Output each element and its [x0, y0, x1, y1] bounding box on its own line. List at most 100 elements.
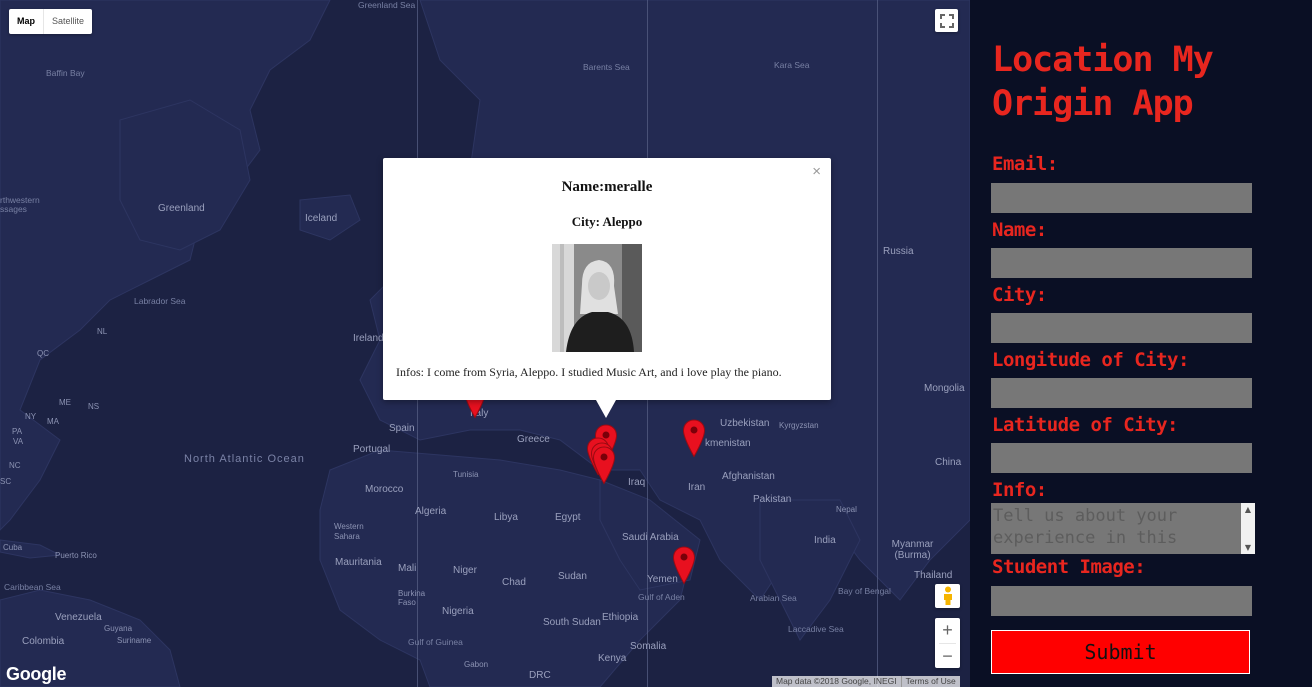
map-label: kmenistan: [705, 438, 751, 449]
map-label: Sudan: [558, 571, 587, 582]
pegman-icon: [943, 586, 952, 605]
map-label: NC: [9, 461, 21, 470]
longitude-label: Longitude of City:: [992, 349, 1189, 371]
name-field[interactable]: [991, 248, 1252, 278]
zoom-control: + −: [935, 618, 960, 668]
map-label: Caribbean Sea: [4, 582, 61, 592]
map-label: Kyrgyzstan: [779, 421, 819, 430]
map-label: Spain: [389, 423, 415, 434]
map-type-control: Map Satellite: [9, 9, 93, 34]
map-label: Russia: [883, 246, 914, 257]
map-label: Thailand: [914, 570, 953, 581]
map-label: Greenland Sea: [358, 0, 416, 10]
map-label: Libya: [494, 512, 518, 523]
map-data-attribution: Map data ©2018 Google, INEGI: [776, 676, 897, 686]
student-image-field[interactable]: [991, 586, 1252, 616]
map-type-map-button[interactable]: Map: [9, 9, 43, 34]
student-image-label: Student Image:: [992, 556, 1146, 578]
student-form-panel: Location My Origin App Email: Name: City…: [970, 0, 1312, 687]
zoom-out-button[interactable]: −: [935, 644, 960, 669]
map-label: Somalia: [630, 641, 667, 652]
info-window-close-button[interactable]: ×: [812, 163, 821, 180]
scroll-up-icon[interactable]: ▲: [1241, 503, 1255, 516]
map-label: Iraq: [628, 477, 646, 488]
info-textarea-scrollbar[interactable]: ▲ ▼: [1241, 503, 1255, 554]
map-label: Venezuela: [55, 612, 102, 623]
map-label: Morocco: [365, 484, 404, 495]
map-label: Labrador Sea: [134, 296, 186, 306]
map-label: SC: [0, 477, 12, 486]
map-label: MA: [47, 417, 59, 426]
map-label: India: [814, 535, 836, 546]
street-view-pegman-button[interactable]: [935, 584, 960, 608]
map-label: NY: [25, 412, 37, 421]
map-label: Western Sahara: [334, 522, 364, 541]
info-window-pointer: [596, 400, 616, 418]
map-label: Iceland: [305, 213, 338, 224]
app-title: Location My Origin App: [992, 40, 1214, 124]
map-label: Greece: [517, 434, 550, 445]
grid-line: [877, 0, 878, 687]
zoom-in-button[interactable]: +: [935, 618, 960, 643]
terms-of-use-link[interactable]: Terms of Use: [900, 676, 960, 687]
map-label: Nepal: [836, 505, 857, 514]
map-label: Nigeria: [442, 606, 474, 617]
map-label: Mali: [398, 563, 417, 574]
map-label: Laccadive Sea: [788, 624, 844, 634]
longitude-field[interactable]: [991, 378, 1252, 408]
map-label: QC: [37, 349, 49, 358]
city-label: City:: [992, 284, 1047, 306]
student-photo: [552, 244, 642, 352]
map-label: Barents Sea: [583, 62, 630, 72]
map-attribution: Map data ©2018 Google, INEGI Terms of Us…: [772, 676, 960, 687]
map-label: Kara Sea: [774, 60, 810, 70]
map-label: PA: [12, 427, 23, 436]
map-label: DRC: [529, 670, 551, 681]
city-field[interactable]: [991, 313, 1252, 343]
map-label: ME: [59, 398, 71, 407]
email-label: Email:: [992, 153, 1058, 175]
map-label: Egypt: [555, 512, 581, 523]
map-label: Gulf of Guinea: [408, 637, 463, 647]
scrollbar-track[interactable]: [1241, 516, 1255, 541]
map-label: Arabian Sea: [750, 593, 797, 603]
google-logo[interactable]: Google: [6, 664, 67, 685]
map-label: Pakistan: [753, 494, 792, 505]
info-textarea[interactable]: [991, 503, 1255, 554]
map-label: Chad: [502, 577, 526, 588]
info-label: Info:: [992, 479, 1047, 501]
info-window-infos: Infos: I come from Syria, Aleppo. I stud…: [396, 365, 782, 379]
marker-info-window: × Name:meralle City: Aleppo Infos: I com…: [383, 158, 831, 418]
submit-button[interactable]: Submit: [991, 630, 1250, 674]
map-marker[interactable]: [682, 419, 706, 459]
map-label: Mongolia: [924, 383, 965, 394]
map-label: Colombia: [22, 636, 65, 647]
map-canvas[interactable]: Greenland Sea Baffin Bay Barents Sea Kar…: [0, 0, 970, 687]
email-field[interactable]: [991, 183, 1252, 213]
map-label: Puerto Rico: [55, 551, 97, 560]
map-label: Ireland: [353, 333, 384, 344]
map-label: Niger: [453, 565, 477, 576]
map-label: Mauritania: [335, 557, 382, 568]
map-label: Algeria: [415, 506, 447, 517]
map-type-satellite-button[interactable]: Satellite: [43, 9, 92, 34]
info-window-city: City: Aleppo: [571, 214, 643, 229]
map-label: North Atlantic Ocean: [184, 453, 305, 465]
name-label: Name:: [992, 219, 1047, 241]
fullscreen-button[interactable]: [935, 9, 958, 32]
map-label: VA: [13, 437, 24, 446]
map-label: NS: [88, 402, 100, 411]
map-marker[interactable]: [672, 546, 696, 586]
map-label: Tunisia: [453, 470, 479, 479]
map-label: Myanmar (Burma): [891, 539, 934, 561]
scroll-down-icon[interactable]: ▼: [1241, 541, 1255, 554]
map-label: Gabon: [464, 660, 489, 669]
map-marker[interactable]: [592, 446, 616, 486]
map-label: Ethiopia: [602, 612, 639, 623]
map-label: Iran: [688, 482, 706, 493]
map-label: Suriname: [117, 636, 152, 645]
info-window-name: Name:meralle: [561, 179, 653, 195]
map-label: Guyana: [104, 624, 133, 633]
map-label: Greenland: [158, 203, 205, 214]
latitude-field[interactable]: [991, 443, 1252, 473]
